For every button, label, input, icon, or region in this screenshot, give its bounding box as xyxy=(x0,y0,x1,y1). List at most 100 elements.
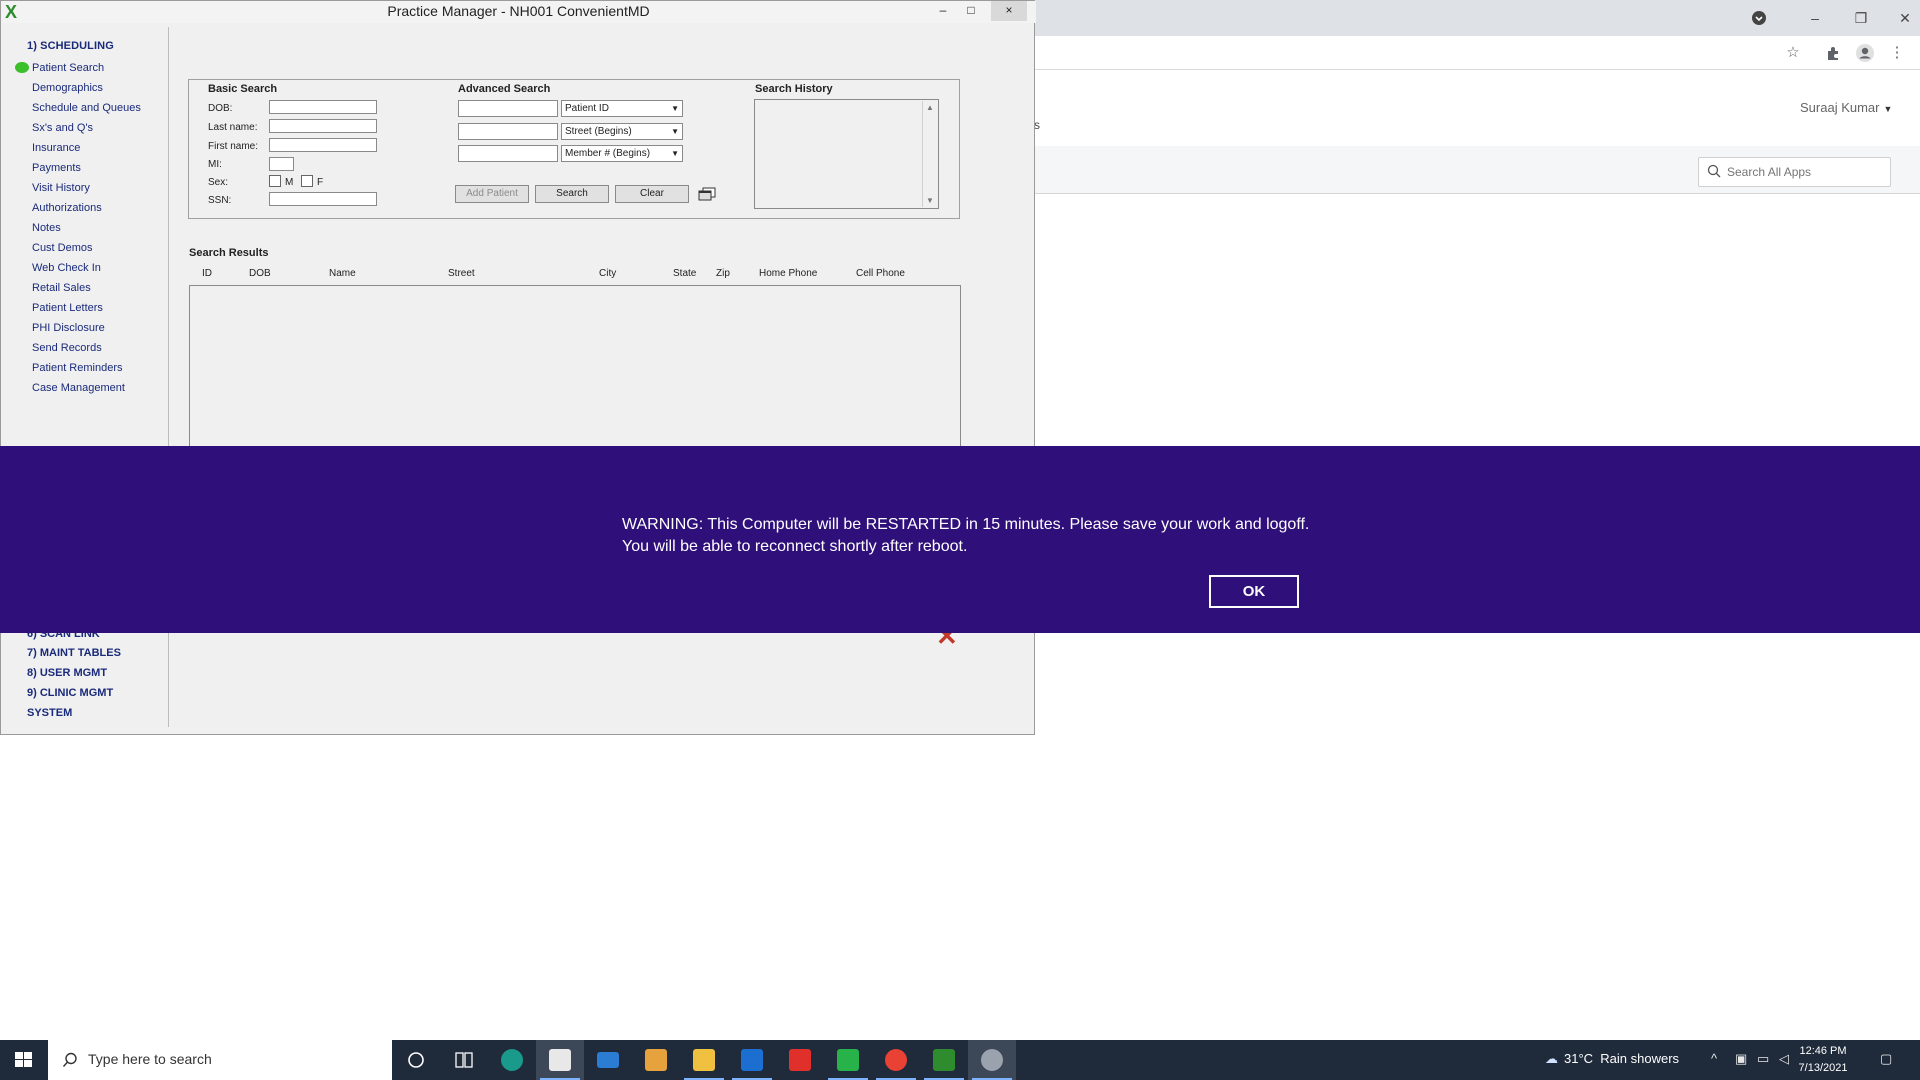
browser-minimize-icon[interactable]: – xyxy=(1803,6,1827,30)
col-zip[interactable]: Zip xyxy=(716,268,730,279)
weather-desc: Rain showers xyxy=(1600,1051,1680,1066)
search-button[interactable]: Search xyxy=(535,185,609,203)
col-dob[interactable]: DOB xyxy=(249,268,271,279)
mi-label: MI: xyxy=(208,159,222,170)
nav-item-insurance[interactable]: Insurance xyxy=(32,142,80,154)
profile-icon[interactable] xyxy=(1853,41,1877,65)
first-name-label: First name: xyxy=(208,141,259,152)
ssn-field[interactable] xyxy=(269,192,377,206)
advanced-criteria-2[interactable]: Street (Begins) ▼ xyxy=(561,123,683,140)
col-city[interactable]: City xyxy=(599,268,616,279)
nav-item-send-records[interactable]: Send Records xyxy=(32,342,102,354)
browser-address-bar[interactable]: ☆ ⋮ xyxy=(1035,36,1920,70)
scroll-up-icon[interactable]: ▲ xyxy=(923,103,937,112)
nav-item-retail-sales[interactable]: Retail Sales xyxy=(32,282,91,294)
nav-item-patient-search[interactable]: Patient Search xyxy=(32,62,104,74)
tray-chevron-icon[interactable]: ^ xyxy=(1711,1051,1717,1066)
taskbar-search-box[interactable]: Type here to search xyxy=(48,1040,392,1080)
nav-item-payments[interactable]: Payments xyxy=(32,162,81,174)
mail-icon[interactable] xyxy=(584,1040,632,1080)
task-view-icon[interactable] xyxy=(440,1040,488,1080)
mi-field[interactable] xyxy=(269,157,294,171)
col-name[interactable]: Name xyxy=(329,268,356,279)
col-cell-phone[interactable]: Cell Phone xyxy=(856,268,905,279)
add-patient-button[interactable]: Add Patient xyxy=(455,185,529,203)
nav-section-user-mgmt[interactable]: 8) USER MGMT xyxy=(27,667,107,679)
caret-down-icon: ▼ xyxy=(1883,104,1893,114)
nav-item-web-check-in[interactable]: Web Check In xyxy=(32,262,101,274)
first-name-field[interactable] xyxy=(269,138,377,152)
search-all-apps[interactable] xyxy=(1698,157,1891,187)
user-menu[interactable]: Suraaj Kumar ▼ xyxy=(1800,100,1892,115)
dob-field[interactable] xyxy=(269,100,377,114)
remote-app-icon[interactable] xyxy=(968,1040,1016,1080)
nav-item-cust-demos[interactable]: Cust Demos xyxy=(32,242,93,254)
edge-icon[interactable] xyxy=(488,1040,536,1080)
col-street[interactable]: Street xyxy=(448,268,475,279)
nav-section-maint-tables[interactable]: 7) MAINT TABLES xyxy=(27,647,121,659)
network-icon[interactable]: ▭ xyxy=(1757,1051,1769,1067)
nav-item-phi-disclosure[interactable]: PHI Disclosure xyxy=(32,322,105,334)
bookmark-star-icon[interactable]: ☆ xyxy=(1781,41,1805,65)
pm-minimize-button[interactable]: – xyxy=(928,1,958,21)
browser-close-icon[interactable]: ✕ xyxy=(1893,6,1917,30)
dropdown-value: Street (Begins) xyxy=(565,126,632,137)
sex-m-checkbox[interactable] xyxy=(269,175,281,187)
taskbar-clock[interactable]: 12:46 PM 7/13/2021 xyxy=(1793,1043,1853,1077)
chrome-icon[interactable] xyxy=(872,1040,920,1080)
browser-restore-icon[interactable]: ❐ xyxy=(1849,6,1873,30)
nav-item-patient-reminders[interactable]: Patient Reminders xyxy=(32,362,123,374)
profile-dropdown-icon[interactable] xyxy=(1747,6,1771,30)
clear-button[interactable]: Clear xyxy=(615,185,689,203)
windows-taskbar: Type here to search ☁ 31°C Rain showers ^… xyxy=(0,1040,1920,1080)
copy-windows-icon[interactable] xyxy=(698,187,716,201)
sex-m-label: M xyxy=(285,177,294,188)
anydesk-icon[interactable] xyxy=(776,1040,824,1080)
history-scrollbar[interactable]: ▲ ▼ xyxy=(922,101,937,207)
notifications-icon[interactable]: ▢ xyxy=(1880,1051,1892,1067)
nav-item-demographics[interactable]: Demographics xyxy=(32,82,103,94)
search-history-list[interactable]: ▲ ▼ xyxy=(754,99,939,209)
nav-item-visit-history[interactable]: Visit History xyxy=(32,182,90,194)
weather-widget[interactable]: ☁ 31°C Rain showers xyxy=(1545,1051,1679,1067)
taskbar-search-placeholder: Type here to search xyxy=(88,1051,212,1067)
nav-section-clinic-mgmt[interactable]: 9) CLINIC MGMT xyxy=(27,687,113,699)
volume-mute-icon[interactable]: ◁ xyxy=(1779,1051,1789,1067)
nav-item-patient-letters[interactable]: Patient Letters xyxy=(32,302,103,314)
nav-item-case-management[interactable]: Case Management xyxy=(32,382,125,394)
media-icon[interactable] xyxy=(632,1040,680,1080)
ok-button[interactable]: OK xyxy=(1209,575,1299,608)
nav-item-sx-qs[interactable]: Sx's and Q's xyxy=(32,122,93,134)
advanced-value-2[interactable] xyxy=(458,123,558,140)
pm-maximize-button[interactable]: □ xyxy=(956,1,986,21)
file-explorer-icon[interactable] xyxy=(680,1040,728,1080)
green-app-icon[interactable] xyxy=(824,1040,872,1080)
last-name-field[interactable] xyxy=(269,119,377,133)
col-home-phone[interactable]: Home Phone xyxy=(759,268,817,279)
search-all-apps-input[interactable] xyxy=(1727,162,1887,182)
nav-item-notes[interactable]: Notes xyxy=(32,222,61,234)
start-button[interactable] xyxy=(0,1040,48,1080)
nav-section-scheduling[interactable]: 1) SCHEDULING xyxy=(27,40,114,52)
advanced-value-1[interactable] xyxy=(458,100,558,117)
app-s-icon[interactable] xyxy=(728,1040,776,1080)
search-results-table[interactable] xyxy=(189,285,961,450)
nav-item-schedule-queues[interactable]: Schedule and Queues xyxy=(32,102,141,114)
tray-security-icon[interactable]: ▣ xyxy=(1735,1051,1747,1067)
advanced-criteria-1[interactable]: Patient ID ▼ xyxy=(561,100,683,117)
cortana-icon[interactable] xyxy=(392,1040,440,1080)
practice-manager-taskbar-icon[interactable] xyxy=(920,1040,968,1080)
sex-f-label: F xyxy=(317,177,324,188)
browser-menu-icon[interactable]: ⋮ xyxy=(1885,41,1909,65)
scroll-down-icon[interactable]: ▼ xyxy=(923,196,937,205)
pm-close-button[interactable]: × xyxy=(991,1,1027,21)
warning-message: WARNING: This Computer will be RESTARTED… xyxy=(622,514,1309,558)
advanced-criteria-3[interactable]: Member # (Begins) ▼ xyxy=(561,145,683,162)
nav-item-authorizations[interactable]: Authorizations xyxy=(32,202,102,214)
store-icon[interactable] xyxy=(536,1040,584,1080)
advanced-value-3[interactable] xyxy=(458,145,558,162)
extensions-icon[interactable] xyxy=(1821,41,1845,65)
col-state[interactable]: State xyxy=(673,268,696,279)
col-id[interactable]: ID xyxy=(202,268,212,279)
sex-f-checkbox[interactable] xyxy=(301,175,313,187)
